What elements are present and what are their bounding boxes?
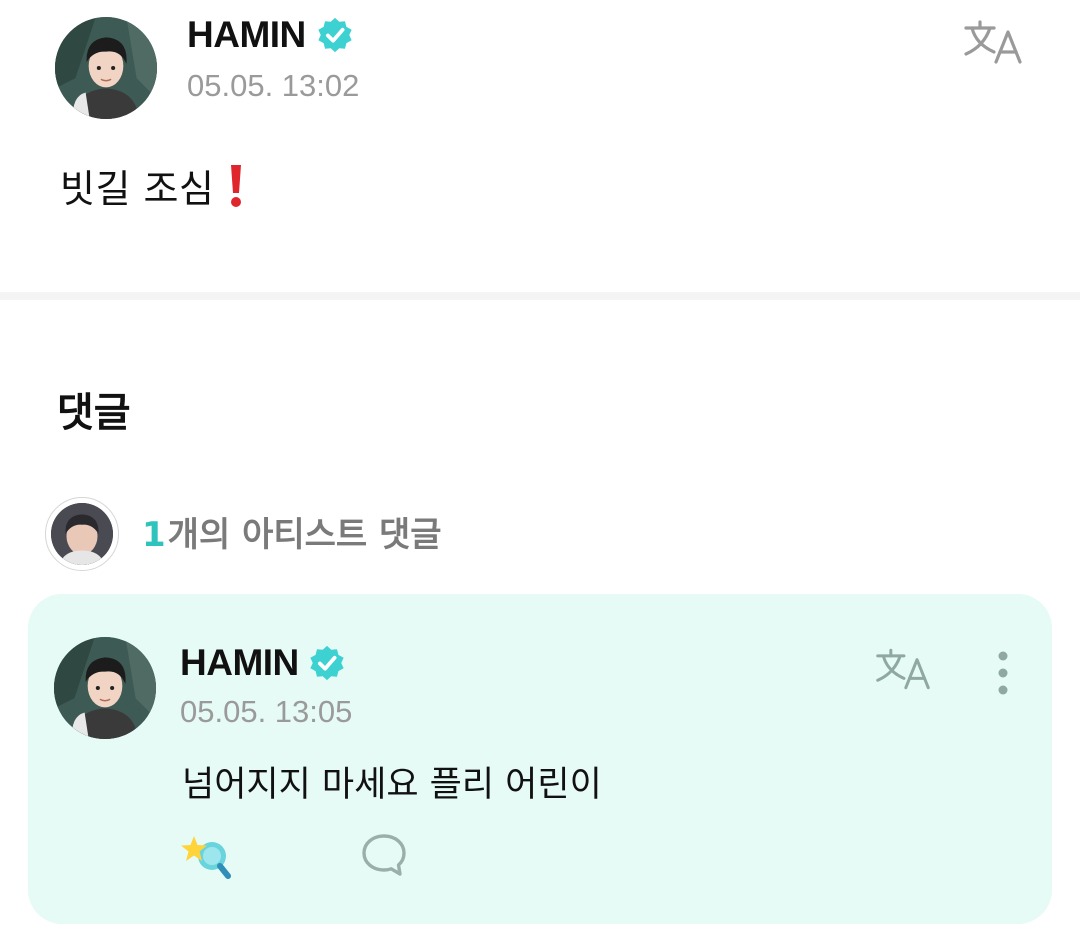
post-detail-page: HAMIN 05.05. 13:02 빗길 조심 댓글 1 개의 아티스트 댓글… [0, 0, 1080, 943]
artist-comment-label: 개의 아티스트 댓글 [167, 515, 442, 555]
comment-card: HAMIN 05.05. 13:05 넘어지지 마세요 플리 어린이 [28, 594, 1052, 924]
artist-avatar-illustration [51, 503, 113, 565]
reaction-icon[interactable] [180, 832, 234, 880]
comments-heading: 댓글 [57, 390, 131, 436]
post-timestamp: 05.05. 13:02 [187, 68, 360, 103]
verified-badge-icon [318, 17, 352, 53]
post-text: 빗길 조심 [60, 167, 215, 211]
avatar-illustration [54, 637, 156, 739]
artist-comment-summary[interactable]: 1 개의 아티스트 댓글 [142, 507, 442, 556]
section-divider [0, 292, 1080, 300]
translate-icon[interactable] [962, 18, 1024, 66]
artist-comment-avatar[interactable] [45, 497, 119, 571]
avatar-illustration [55, 17, 157, 119]
post-content: 빗길 조심 [60, 158, 244, 213]
translate-icon[interactable] [874, 646, 932, 692]
author-row: HAMIN [187, 14, 354, 56]
comment-author-name[interactable]: HAMIN [180, 642, 299, 684]
more-vert-icon[interactable] [988, 649, 1018, 697]
red-exclamation-icon [231, 164, 242, 207]
reply-bubble-icon[interactable] [360, 832, 408, 878]
comment-timestamp: 05.05. 13:05 [180, 694, 353, 729]
comment-author-row: HAMIN [180, 642, 346, 684]
author-name[interactable]: HAMIN [187, 14, 306, 56]
verified-badge-icon [310, 645, 344, 681]
comment-text: 넘어지지 마세요 플리 어린이 [182, 765, 602, 805]
comment-author-avatar[interactable] [54, 637, 156, 739]
artist-comment-count: 1 [142, 515, 166, 555]
artist-avatar-image [51, 503, 113, 565]
author-avatar[interactable] [55, 17, 157, 119]
